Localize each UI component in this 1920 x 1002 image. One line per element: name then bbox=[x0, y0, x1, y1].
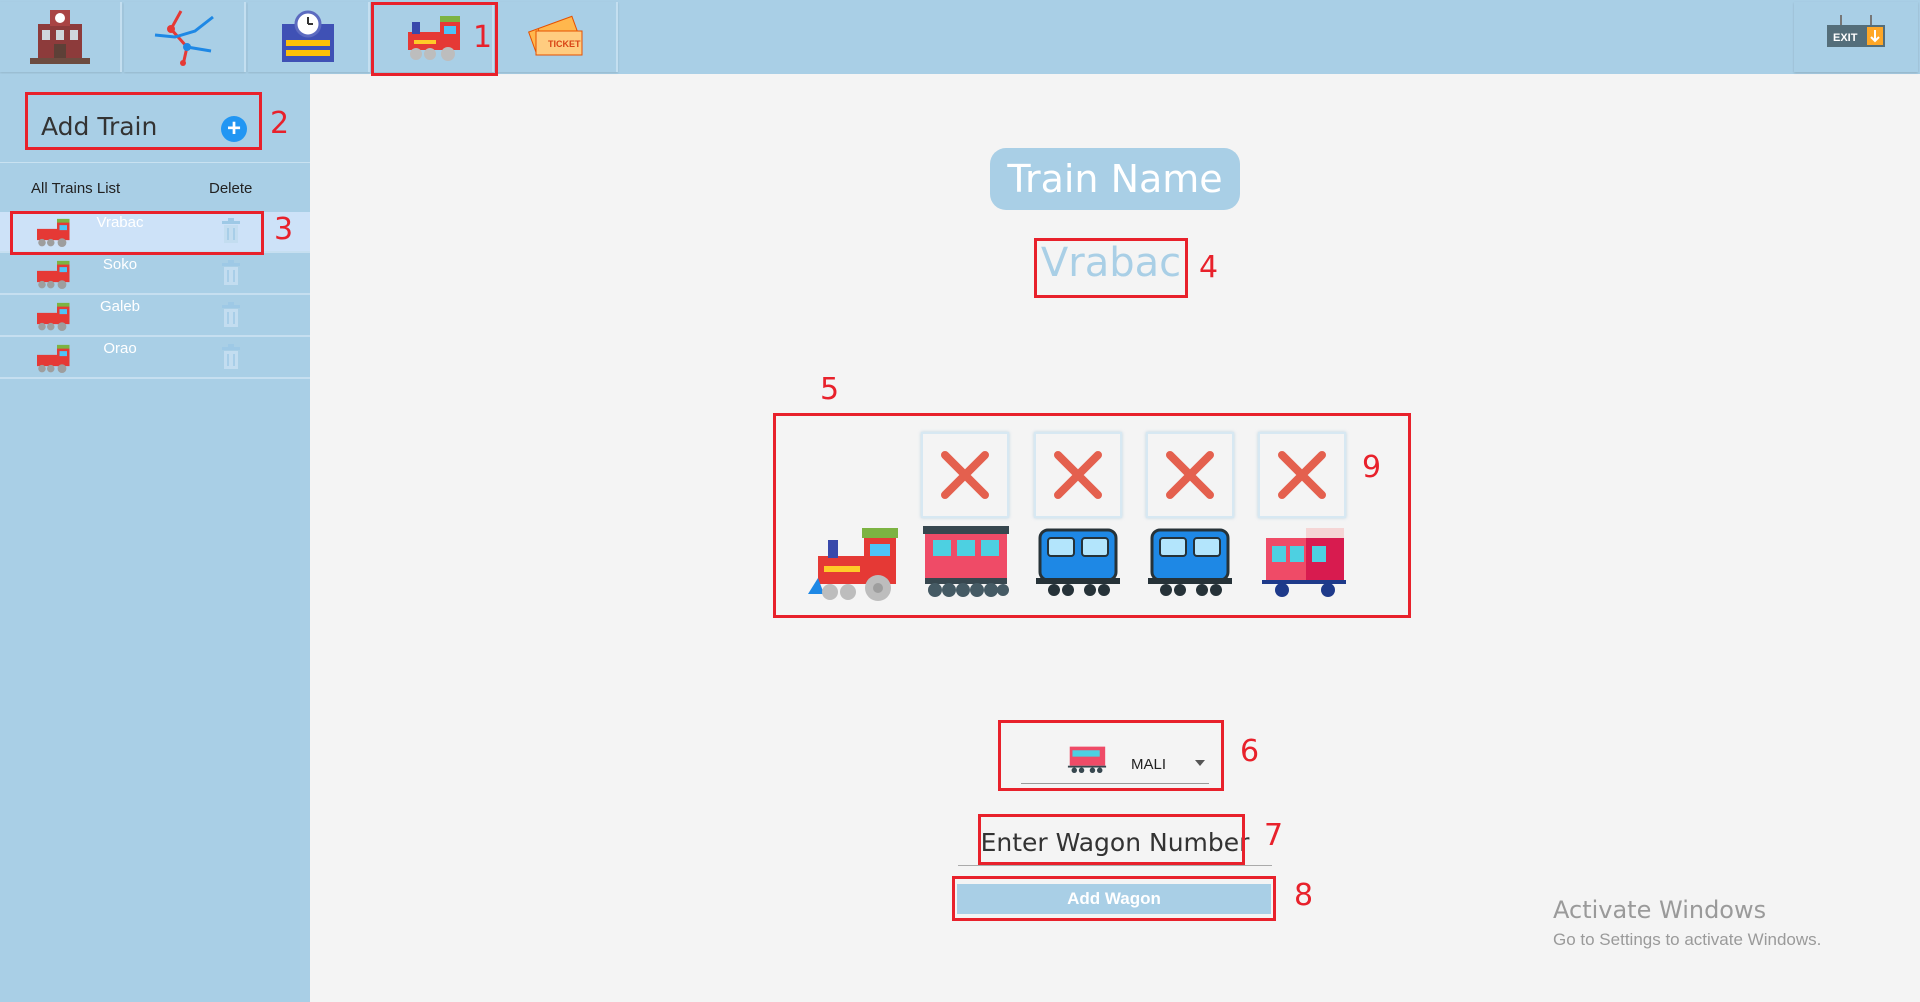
locomotive-icon bbox=[37, 344, 70, 373]
ticket-icon: TICKET bbox=[528, 15, 583, 56]
tab-station[interactable] bbox=[0, 2, 122, 72]
tab-lines[interactable] bbox=[124, 2, 246, 72]
annotation-box bbox=[998, 720, 1224, 791]
divider bbox=[0, 162, 310, 163]
trains-list-header: All Trains List bbox=[31, 180, 121, 197]
annotation-number: 6 bbox=[1240, 734, 1260, 769]
exit-sign-icon: EXIT bbox=[1827, 15, 1885, 47]
annotation-number: 3 bbox=[274, 212, 294, 247]
timetable-clock-icon bbox=[282, 10, 334, 62]
trash-icon[interactable] bbox=[221, 260, 241, 286]
annotation-box bbox=[1034, 238, 1188, 298]
annotation-box bbox=[773, 413, 1411, 618]
tab-timetable[interactable] bbox=[248, 2, 370, 72]
trash-icon[interactable] bbox=[221, 302, 241, 328]
tab-tickets[interactable]: TICKET bbox=[496, 2, 618, 72]
activate-windows-subtitle: Go to Settings to activate Windows. bbox=[1553, 930, 1822, 949]
locomotive-icon bbox=[37, 302, 70, 331]
annotation-box bbox=[10, 211, 264, 255]
annotation-number: 9 bbox=[1362, 450, 1382, 485]
exit-label: EXIT bbox=[1833, 32, 1858, 44]
annotation-box bbox=[978, 814, 1245, 865]
train-name-label: Soko bbox=[102, 256, 138, 273]
train-name-label: Galeb bbox=[99, 298, 141, 315]
annotation-box bbox=[25, 92, 262, 150]
svg-text:TICKET: TICKET bbox=[548, 39, 581, 49]
train-name-title: Train Name bbox=[990, 148, 1240, 210]
train-row[interactable]: Soko bbox=[0, 254, 310, 295]
train-row[interactable]: Galeb bbox=[0, 296, 310, 337]
annotation-number: 1 bbox=[473, 20, 493, 55]
train-name-label: Orao bbox=[103, 340, 137, 357]
top-navigation-bar: TICKET EXIT bbox=[0, 0, 1920, 74]
train-row[interactable]: Orao bbox=[0, 338, 310, 379]
delete-column-header: Delete bbox=[209, 180, 253, 197]
annotation-box bbox=[952, 876, 1276, 921]
annotation-number: 2 bbox=[270, 106, 290, 141]
annotation-number: 4 bbox=[1199, 250, 1219, 285]
route-map-icon bbox=[154, 10, 214, 66]
annotation-number: 7 bbox=[1264, 818, 1284, 853]
trash-icon[interactable] bbox=[221, 344, 241, 370]
train-station-icon bbox=[30, 10, 90, 64]
activate-windows-title: Activate Windows bbox=[1553, 896, 1767, 924]
annotation-number: 5 bbox=[820, 372, 840, 407]
annotation-number: 8 bbox=[1294, 878, 1314, 913]
locomotive-icon bbox=[37, 260, 70, 289]
exit-button[interactable]: EXIT bbox=[1794, 2, 1918, 72]
